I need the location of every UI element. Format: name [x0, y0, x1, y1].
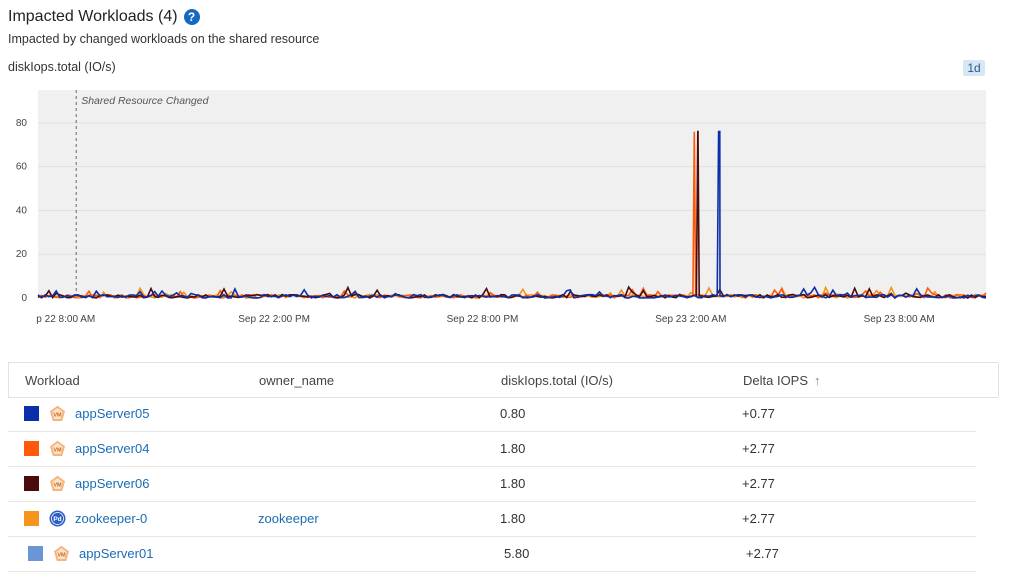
x-tick-label: Sep 23 2:00 AM	[655, 314, 726, 325]
svg-text:VM: VM	[53, 483, 62, 489]
iops-line-chart: 0 20 40 60 80 p 22 8:00 AM Sep 22 2:00 PM Sep …	[16, 90, 987, 325]
vm-icon: VM	[49, 405, 66, 422]
column-divider	[998, 363, 999, 397]
title-row: Impacted Workloads (4) ?	[8, 8, 200, 26]
x-tick-label: Sep 22 8:00 PM	[447, 314, 519, 325]
page-title: Impacted Workloads (4)	[8, 8, 178, 25]
x-tick-label: Sep 23 8:00 AM	[864, 314, 935, 325]
x-tick-label: Sep 22 2:00 PM	[238, 314, 310, 325]
workload-link[interactable]: appServer06	[75, 476, 149, 491]
x-axis-ticks: p 22 8:00 AM Sep 22 2:00 PM Sep 22 8:00 PM…	[36, 314, 934, 325]
owner-link[interactable]: zookeeper	[258, 511, 319, 526]
svg-text:Pd: Pd	[53, 516, 61, 523]
table-row[interactable]: VM appServer06 1.80 +2.77	[8, 466, 976, 502]
svg-text:VM: VM	[53, 413, 62, 419]
iops-value: 1.80	[500, 476, 526, 491]
vm-icon: VM	[49, 475, 66, 492]
table-row[interactable]: VM appServer04 1.80 +2.77	[8, 431, 976, 467]
pod-icon: Pd	[49, 510, 66, 527]
delta-value: +0.77	[742, 406, 775, 421]
y-axis-ticks: 0 20 40 60 80	[16, 118, 28, 304]
y-tick-label: 60	[16, 162, 28, 173]
workload-link[interactable]: appServer05	[75, 406, 149, 421]
column-header-owner[interactable]: owner_name	[259, 373, 334, 388]
y-tick-label: 80	[16, 118, 28, 129]
svg-text:VM: VM	[57, 553, 66, 559]
delta-value: +2.77	[742, 441, 775, 456]
delta-value: +2.77	[742, 511, 775, 526]
table-header: Workload owner_name diskIops.total (IO/s…	[8, 362, 999, 398]
iops-value: 0.80	[500, 406, 526, 421]
y-tick-label: 20	[16, 249, 28, 260]
series-color-swatch	[24, 511, 39, 526]
y-tick-label: 0	[21, 293, 27, 304]
series-color-swatch	[28, 546, 43, 561]
time-range-badge[interactable]: 1d	[963, 60, 985, 76]
workload-link[interactable]: appServer01	[79, 546, 153, 561]
workloads-table: Workload owner_name diskIops.total (IO/s…	[8, 362, 999, 572]
page-subtitle: Impacted by changed workloads on the sha…	[8, 32, 320, 46]
delta-value: +2.77	[746, 546, 779, 561]
metric-label: diskIops.total (IO/s)	[8, 60, 116, 74]
vm-icon: VM	[53, 545, 70, 562]
arrow-up-icon[interactable]: ↑	[814, 373, 821, 388]
table-row[interactable]: VM appServer05 0.80 +0.77	[8, 396, 976, 432]
series-color-swatch	[24, 406, 39, 421]
workload-link[interactable]: appServer04	[75, 441, 149, 456]
vm-icon: VM	[49, 440, 66, 457]
table-row[interactable]: Pd zookeeper-0 zookeeper 1.80 +2.77	[8, 501, 976, 537]
table-row[interactable]: VM appServer01 5.80 +2.77	[8, 536, 976, 572]
iops-value: 1.80	[500, 441, 526, 456]
series-color-swatch	[24, 441, 39, 456]
iops-value: 1.80	[500, 511, 526, 526]
column-header-workload[interactable]: Workload	[25, 373, 80, 388]
workload-link[interactable]: zookeeper-0	[75, 511, 147, 526]
iops-value: 5.80	[504, 546, 530, 561]
question-circle-icon[interactable]: ?	[183, 9, 200, 25]
delta-header-label: Delta IOPS	[743, 373, 809, 388]
delta-value: +2.77	[742, 476, 775, 491]
change-marker-label: Shared Resource Changed	[81, 95, 209, 107]
svg-text:VM: VM	[53, 448, 62, 454]
series-color-swatch	[24, 476, 39, 491]
y-tick-label: 40	[16, 205, 28, 216]
column-header-iops[interactable]: diskIops.total (IO/s)	[501, 373, 613, 388]
x-tick-label: p 22 8:00 AM	[36, 314, 95, 325]
plot-area	[38, 90, 986, 298]
column-header-delta[interactable]: Delta IOPS ↑	[743, 373, 821, 388]
